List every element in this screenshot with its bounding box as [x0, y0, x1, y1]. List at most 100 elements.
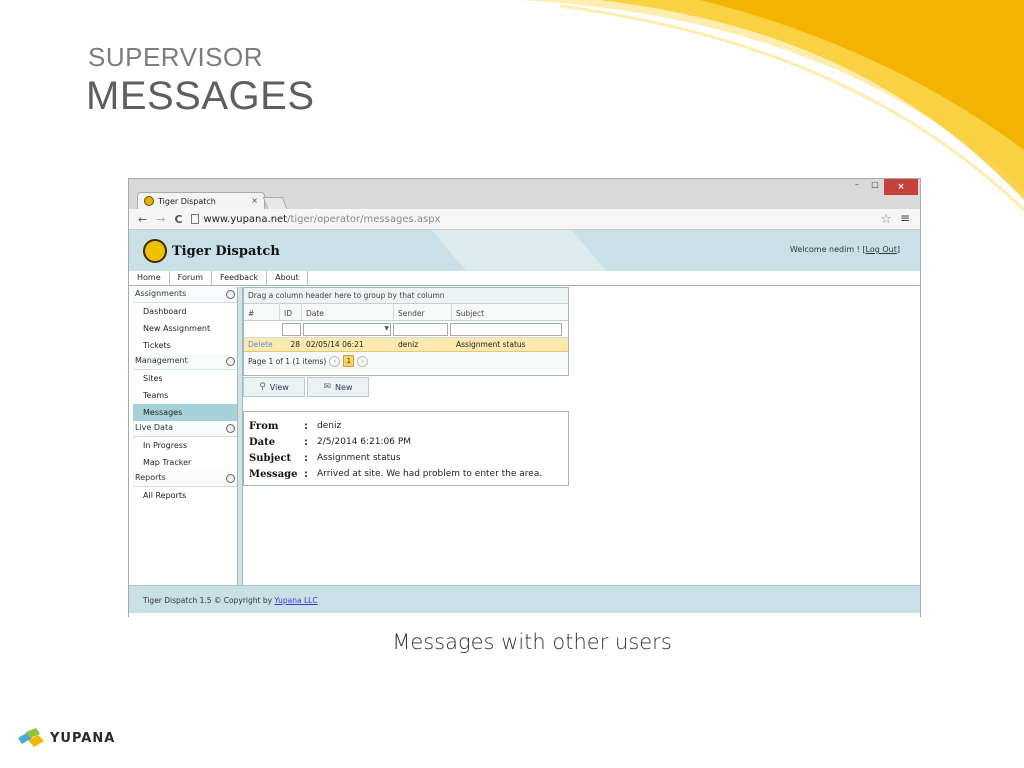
app-header: Tiger Dispatch Welcome nedim ! [Log Out] — [129, 230, 920, 271]
column-header-sender[interactable]: Sender — [394, 304, 452, 320]
sidebar-item-messages[interactable]: Messages — [133, 404, 237, 421]
new-message-button[interactable]: ✉ New — [307, 377, 369, 397]
magnifier-icon: ⚲ — [259, 382, 266, 392]
sidebar-group-management[interactable]: Management — [133, 354, 237, 370]
sidebar-item-tickets[interactable]: Tickets — [133, 337, 237, 354]
maximize-button[interactable]: □ — [866, 179, 884, 193]
next-page-icon[interactable]: › — [357, 355, 369, 367]
sidebar: Assignments Dashboard New Assignment Tic… — [133, 287, 237, 585]
sidebar-group-assignments[interactable]: Assignments — [133, 287, 237, 303]
collapse-icon[interactable] — [226, 357, 235, 366]
reload-icon[interactable]: C — [174, 213, 182, 226]
browser-toolbar: ← → C www.yupana.net/tiger/operator/mess… — [129, 209, 920, 230]
menu-home[interactable]: Home — [129, 271, 170, 285]
from-value: deniz — [317, 421, 342, 431]
row-subject: Assignment status — [456, 340, 526, 349]
welcome-text: Welcome nedim ! [ — [789, 245, 866, 254]
minimize-button[interactable]: – — [848, 179, 866, 193]
welcome-message: Welcome nedim ! [Log Out] — [790, 245, 900, 254]
speech-bubble-icon: ✉ — [323, 382, 332, 392]
slide-title: MESSAGES — [86, 74, 315, 118]
sidebar-item-map-tracker[interactable]: Map Tracker — [133, 454, 237, 471]
filter-id-input[interactable] — [282, 322, 301, 336]
collapse-icon[interactable] — [226, 474, 235, 483]
filter-sender-input[interactable] — [393, 322, 448, 336]
colon: : — [304, 452, 308, 464]
logo-text: YUPANA — [50, 730, 116, 746]
tiger-favicon-icon — [144, 196, 154, 206]
logout-link[interactable]: Log Out — [866, 245, 897, 254]
row-sender: deniz — [398, 340, 419, 349]
sidebar-item-all-reports[interactable]: All Reports — [133, 487, 237, 504]
message-value: Arrived at site. We had problem to enter… — [317, 469, 543, 479]
sidebar-item-dashboard[interactable]: Dashboard — [133, 303, 237, 320]
view-button-label: View — [269, 382, 289, 392]
filter-date-input[interactable]: ▼ — [303, 322, 391, 336]
footer-copyright: Tiger Dispatch 1.5 © Copyright by — [143, 596, 275, 605]
grid-pager: Page 1 of 1 (1 items) ‹ 1 › — [244, 352, 568, 370]
browser-tab[interactable]: Tiger Dispatch × — [137, 192, 265, 209]
yupana-logo: YUPANA — [16, 726, 115, 750]
row-id: 28 — [290, 340, 300, 349]
menu-forum[interactable]: Forum — [170, 271, 212, 285]
column-header-subject[interactable]: Subject — [452, 304, 568, 320]
colon: : — [304, 468, 308, 480]
sidebar-group-reports[interactable]: Reports — [133, 471, 237, 487]
forward-arrow-icon[interactable]: → — [156, 213, 165, 226]
welcome-bracket: ] — [896, 245, 900, 254]
new-button-label: New — [335, 382, 353, 392]
header-decoration — [431, 230, 607, 271]
prev-page-icon[interactable]: ‹ — [329, 355, 341, 367]
main-content: Drag a column header here to group by th… — [243, 287, 918, 585]
tab-title: Tiger Dispatch — [158, 196, 216, 206]
colon: : — [304, 436, 308, 448]
from-label: From — [249, 420, 279, 432]
sidebar-group-live-data[interactable]: Live Data — [133, 421, 237, 437]
slide-caption: Messages with other users — [392, 630, 672, 654]
message-detail-panel: From : deniz Date : 2/5/2014 6:21:06 PM … — [243, 411, 569, 486]
close-window-button[interactable]: × — [884, 179, 918, 195]
sidebar-item-sites[interactable]: Sites — [133, 370, 237, 387]
sidebar-item-new-assignment[interactable]: New Assignment — [133, 320, 237, 337]
column-header-date[interactable]: Date — [302, 304, 394, 320]
messages-grid: Drag a column header here to group by th… — [243, 287, 569, 376]
app-menu-bar: Home Forum Feedback About — [129, 271, 920, 286]
delete-link[interactable]: Delete — [244, 340, 280, 349]
table-row[interactable]: Delete 28 02/05/14 06:21 deniz Assignmen… — [244, 338, 568, 352]
tab-close-icon[interactable]: × — [251, 196, 258, 205]
date-label: Date — [249, 436, 276, 448]
column-header-number[interactable]: # — [244, 304, 280, 320]
url-path: /tiger/operator/messages.aspx — [287, 213, 441, 225]
menu-feedback[interactable]: Feedback — [212, 271, 268, 285]
footer-company-link[interactable]: Yupana LLC — [274, 596, 317, 605]
colon: : — [304, 420, 308, 432]
app-title: Tiger Dispatch — [172, 244, 280, 259]
dropdown-arrow-icon[interactable]: ▼ — [384, 325, 389, 332]
menu-about[interactable]: About — [267, 271, 308, 285]
subject-value: Assignment status — [317, 453, 401, 463]
pager-summary: Page 1 of 1 (1 items) — [248, 356, 327, 366]
bookmark-star-icon[interactable]: ☆ — [880, 212, 892, 227]
page-1-button[interactable]: 1 — [343, 355, 355, 367]
browser-menu-icon[interactable]: ≡ — [900, 211, 910, 225]
back-arrow-icon[interactable]: ← — [138, 213, 147, 226]
slide-subtitle: SUPERVISOR — [88, 42, 264, 72]
page-icon — [190, 214, 199, 224]
collapse-icon[interactable] — [226, 424, 235, 433]
message-body-row: Message : Arrived at site. We had proble… — [249, 466, 568, 482]
sidebar-item-in-progress[interactable]: In Progress — [133, 437, 237, 454]
filter-subject-input[interactable] — [450, 322, 562, 336]
collapse-icon[interactable] — [226, 290, 235, 299]
sidebar-group-label: Live Data — [135, 423, 173, 432]
tiger-logo-icon — [143, 239, 167, 263]
new-tab-button[interactable] — [262, 197, 288, 209]
address-bar[interactable]: www.yupana.net/tiger/operator/messages.a… — [190, 211, 920, 228]
group-by-panel[interactable]: Drag a column header here to group by th… — [244, 288, 568, 304]
sidebar-item-teams[interactable]: Teams — [133, 387, 237, 404]
row-date: 02/05/14 06:21 — [306, 340, 364, 349]
window-controls: – □ × — [848, 179, 918, 195]
sidebar-group-label: Reports — [135, 473, 166, 482]
view-button[interactable]: ⚲ View — [243, 377, 305, 397]
column-header-id[interactable]: ID — [280, 304, 302, 320]
sidebar-group-label: Management — [135, 356, 188, 365]
